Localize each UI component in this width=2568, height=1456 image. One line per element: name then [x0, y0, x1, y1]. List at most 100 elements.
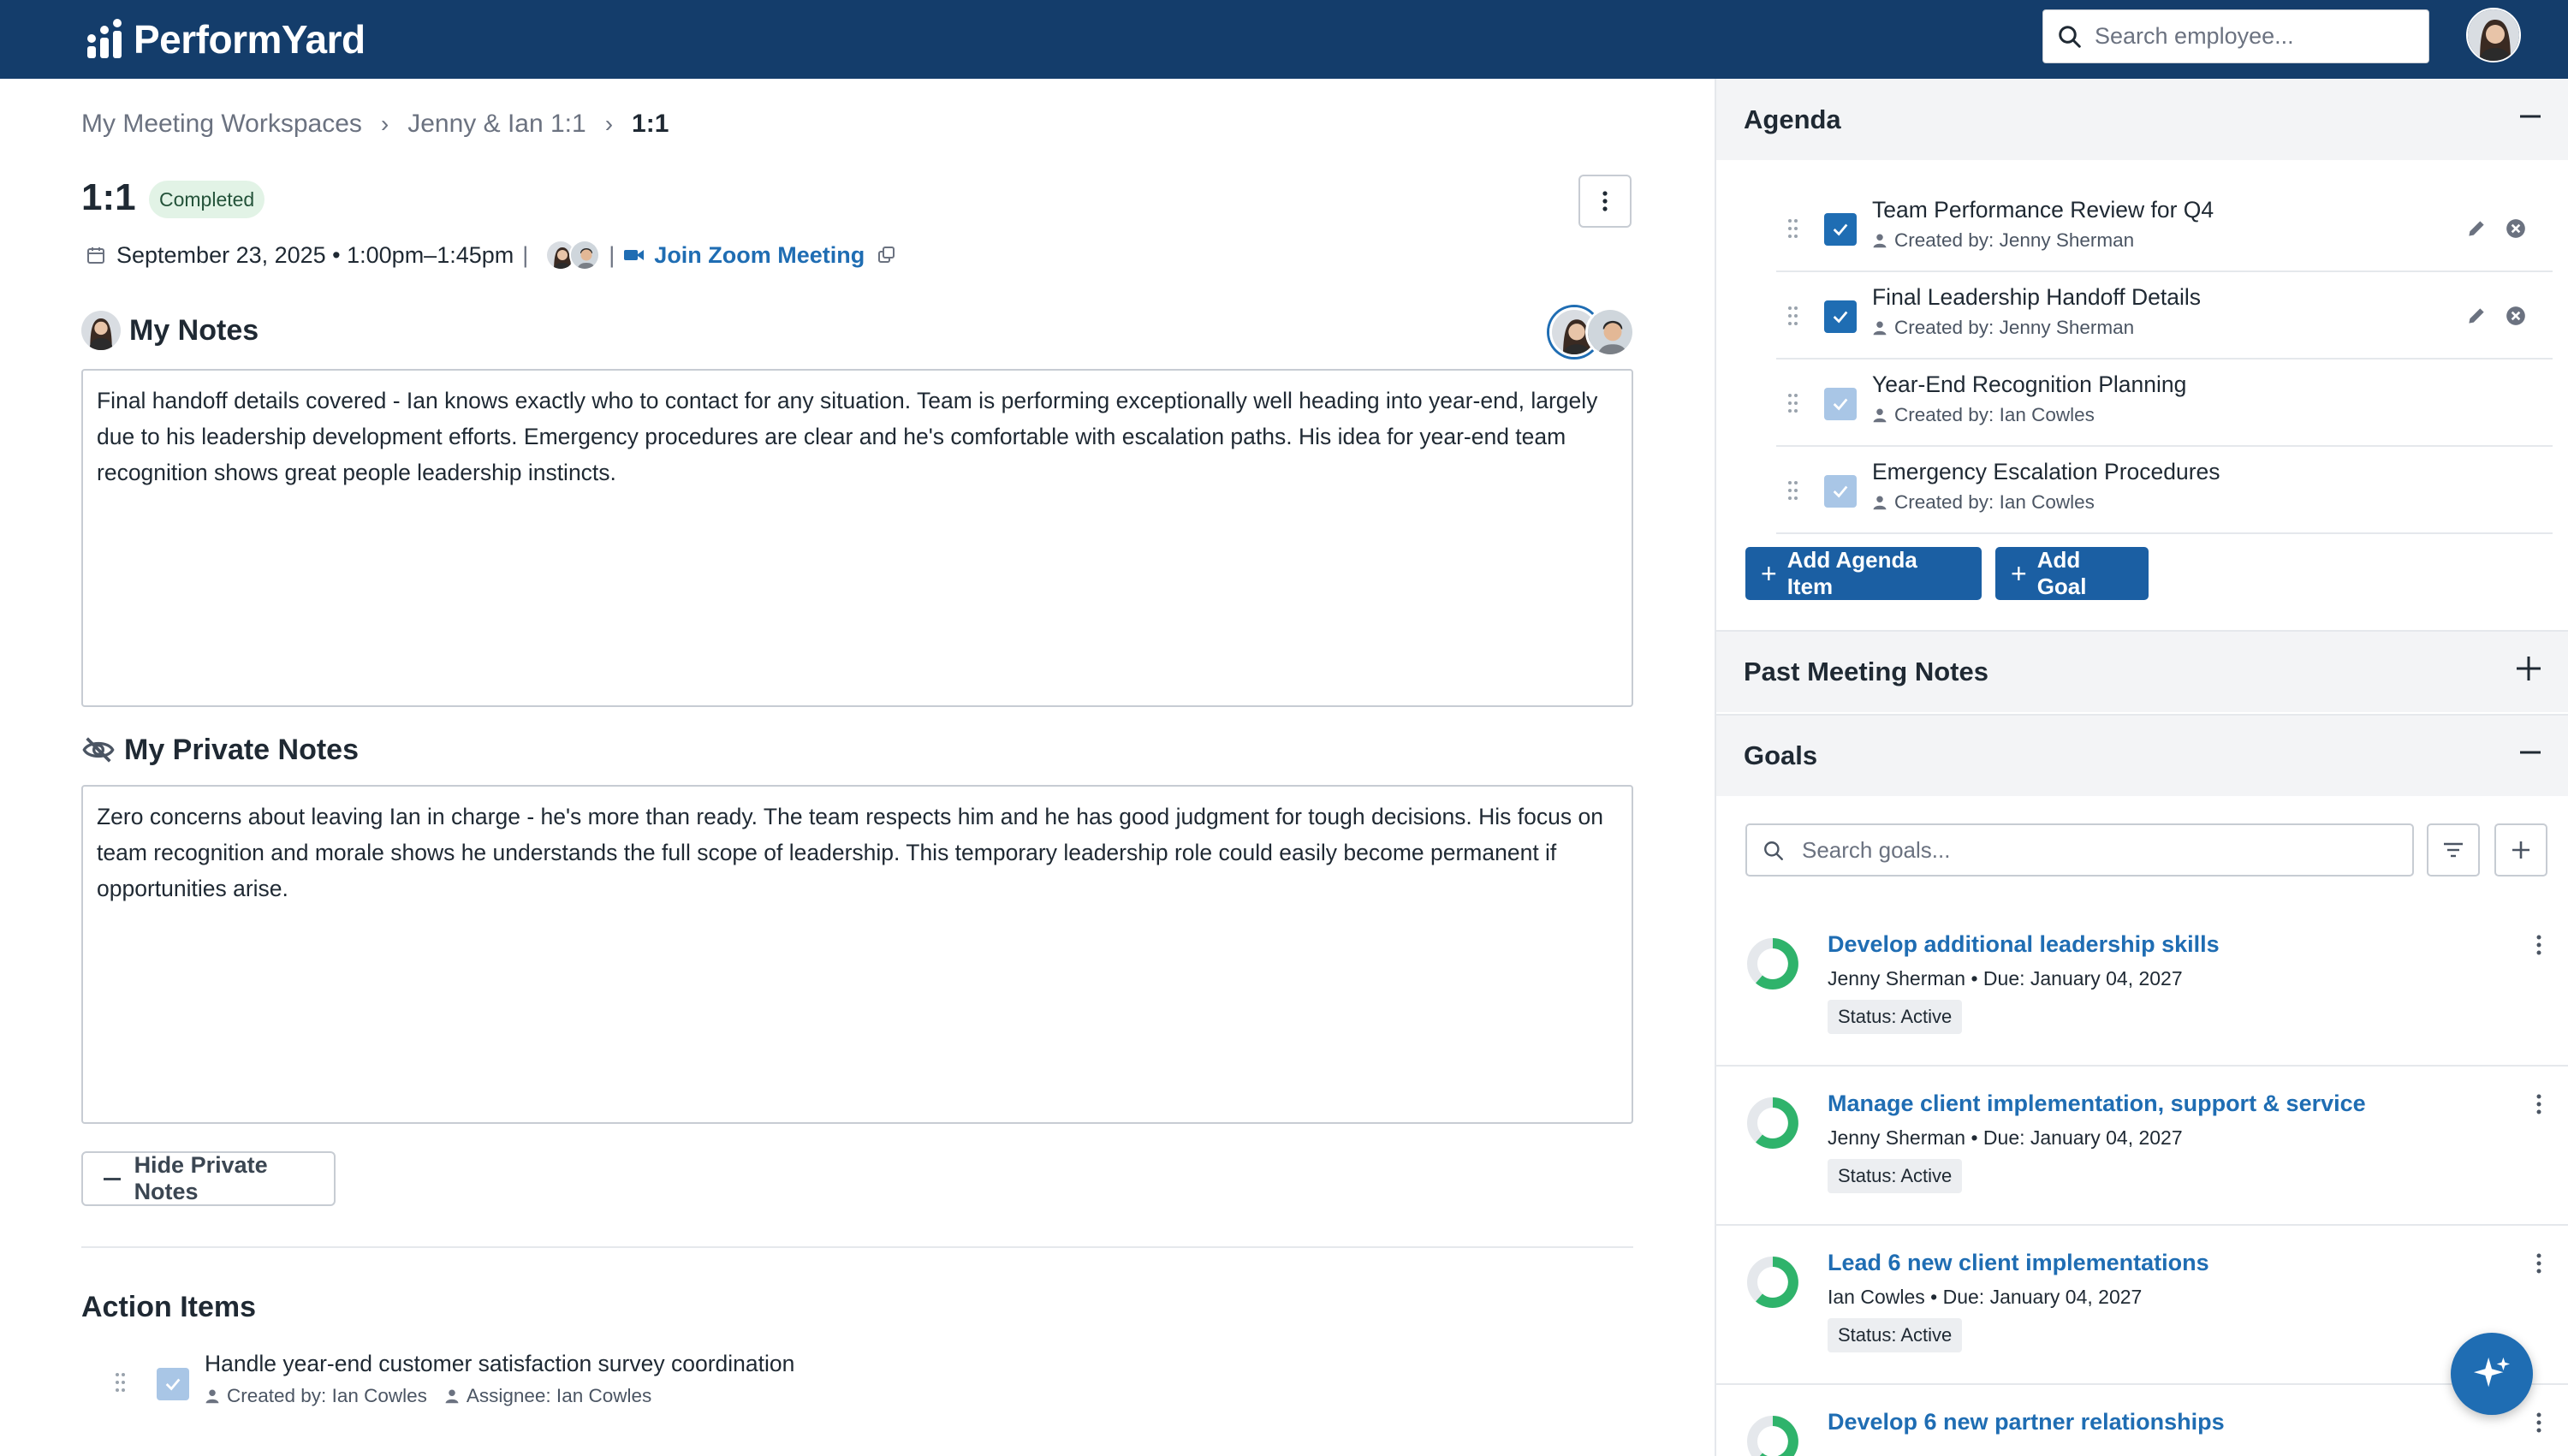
goal-item: Develop additional leadership skills Jen… — [1716, 907, 2568, 1067]
agenda-item-created-by: Created by: Ian Cowles — [1894, 491, 2095, 513]
agenda-item-title: Emergency Escalation Procedures — [1872, 459, 2220, 484]
video-camera-icon — [624, 250, 645, 260]
collapse-icon[interactable] — [2518, 740, 2542, 771]
chevron-right-icon: › — [380, 110, 389, 137]
person-icon — [445, 1389, 459, 1404]
goal-status-badge: Status: Active — [1828, 1000, 1963, 1034]
add-goal-icon-button[interactable] — [2494, 823, 2547, 877]
my-notes-editor[interactable]: Final handoff details covered - Ian know… — [81, 369, 1633, 707]
kebab-icon — [1602, 191, 1608, 211]
join-zoom-link[interactable]: Join Zoom Meeting — [623, 242, 897, 269]
past-notes-header[interactable]: Past Meeting Notes — [1716, 630, 2568, 712]
add-goal-button[interactable]: + Add Goal — [1995, 547, 2149, 600]
person-icon — [1873, 496, 1887, 510]
my-notes-avatar — [81, 311, 121, 350]
breadcrumb: My Meeting Workspaces › Jenny & Ian 1:1 … — [81, 110, 669, 139]
action-item-meta: Created by: Ian Cowles Assignee: Ian Cow… — [205, 1385, 651, 1407]
private-notes-title: My Private Notes — [124, 733, 359, 766]
user-avatar[interactable] — [2466, 8, 2521, 62]
check-icon — [165, 1378, 181, 1391]
goal-title[interactable]: Develop additional leadership skills — [1828, 931, 2220, 958]
agenda-item: Year-End Recognition Planning Created by… — [1776, 361, 2553, 447]
attendee-avatars — [545, 240, 601, 270]
drag-handle-icon[interactable] — [1788, 394, 1798, 414]
breadcrumb-workspace[interactable]: Jenny & Ian 1:1 — [407, 110, 586, 139]
meeting-date: September 23, 2025 • 1:00pm–1:45pm — [116, 241, 514, 268]
top-bar: PerformYard Search employee... — [0, 0, 2568, 79]
kebab-icon[interactable] — [2535, 1253, 2542, 1274]
add-goal-label: Add Goal — [2036, 547, 2087, 599]
collapse-icon[interactable] — [2518, 104, 2542, 135]
action-item-assignee: Assignee: Ian Cowles — [466, 1385, 652, 1406]
drag-handle-icon[interactable] — [1788, 219, 1798, 240]
filter-button[interactable] — [2427, 823, 2480, 877]
plus-icon — [2512, 841, 2529, 859]
kebab-icon[interactable] — [2535, 1412, 2542, 1433]
performyard-logo[interactable]: PerformYard — [86, 14, 366, 65]
logo-icon — [86, 19, 127, 60]
person-icon — [1873, 234, 1887, 248]
notes-avatar-ian[interactable] — [1585, 307, 1635, 357]
person-icon — [1873, 408, 1887, 423]
agenda-item-created-by: Created by: Jenny Sherman — [1894, 229, 2135, 251]
agenda-item-meta: Created by: Jenny Sherman — [1872, 317, 2134, 339]
check-icon — [1833, 223, 1848, 236]
hide-private-notes-button[interactable]: Hide Private Notes — [81, 1151, 336, 1206]
divider — [81, 1246, 1633, 1248]
meeting-meta: September 23, 2025 • 1:00pm–1:45pm | | J… — [86, 237, 897, 273]
my-notes-heading: My Notes — [81, 311, 259, 350]
kebab-icon[interactable] — [2535, 935, 2542, 955]
agenda-item-title: Year-End Recognition Planning — [1872, 371, 2187, 397]
agenda-title: Agenda — [1744, 104, 1841, 134]
agenda-header[interactable]: Agenda — [1716, 79, 2568, 160]
goal-title[interactable]: Develop 6 new partner relationships — [1828, 1409, 2225, 1435]
employee-search-input[interactable]: Search employee... — [2042, 9, 2429, 63]
expand-icon[interactable] — [2515, 655, 2542, 689]
employee-search-placeholder: Search employee... — [2095, 23, 2294, 49]
ai-assistant-button[interactable] — [2451, 1333, 2533, 1415]
kebab-icon[interactable] — [2535, 1094, 2542, 1114]
goal-meta: Ian Cowles • Due: January 04, 2027 — [1828, 1286, 2143, 1308]
agenda-item-meta: Created by: Jenny Sherman — [1872, 229, 2134, 252]
goal-meta: Jenny Sherman • Due: January 04, 2027 — [1828, 1126, 2183, 1149]
drag-handle-icon[interactable] — [1788, 481, 1798, 502]
breadcrumb-workspaces[interactable]: My Meeting Workspaces — [81, 110, 362, 139]
agenda-item-created-by: Created by: Jenny Sherman — [1894, 317, 2135, 338]
agenda-item-meta: Created by: Ian Cowles — [1872, 491, 2095, 514]
plus-icon: + — [1761, 557, 1777, 589]
chevron-right-icon: › — [604, 110, 614, 137]
add-agenda-item-button[interactable]: + Add Agenda Item — [1745, 547, 1982, 600]
agenda-item-created-by: Created by: Ian Cowles — [1894, 404, 2095, 425]
agenda-item-checkbox[interactable] — [1824, 300, 1857, 333]
hide-private-notes-label: Hide Private Notes — [134, 1152, 268, 1204]
breadcrumb-current: 1:1 — [632, 110, 669, 138]
filter-icon — [2444, 842, 2463, 858]
goal-search-input[interactable]: Search goals... — [1745, 823, 2414, 877]
goal-title[interactable]: Lead 6 new client implementations — [1828, 1250, 2209, 1276]
search-icon — [1764, 841, 1783, 860]
remove-icon[interactable] — [2505, 305, 2527, 327]
plus-icon: + — [2011, 557, 2027, 589]
action-item: Handle year-end customer satisfaction su… — [116, 1346, 1571, 1414]
more-options-button[interactable] — [1578, 175, 1632, 228]
sparkle-icon — [2473, 1357, 2511, 1388]
private-notes-editor[interactable]: Zero concerns about leaving Ian in charg… — [81, 785, 1633, 1124]
goals-title: Goals — [1744, 740, 1818, 770]
edit-icon[interactable] — [2465, 305, 2488, 327]
drag-handle-icon[interactable] — [1788, 306, 1798, 327]
remove-icon[interactable] — [2505, 217, 2527, 240]
edit-icon[interactable] — [2465, 217, 2488, 240]
person-icon — [205, 1389, 219, 1404]
goal-progress-ring — [1747, 1257, 1798, 1308]
action-item-checkbox[interactable] — [157, 1368, 189, 1400]
agenda-item: Team Performance Review for Q4 Created b… — [1776, 187, 2553, 272]
goal-title[interactable]: Manage client implementation, support & … — [1828, 1091, 2366, 1117]
goals-header[interactable]: Goals — [1716, 714, 2568, 796]
status-badge: Completed — [149, 181, 265, 218]
my-notes-title: My Notes — [129, 313, 259, 347]
check-icon — [1833, 311, 1848, 324]
goal-item: Lead 6 new client implementations Ian Co… — [1716, 1226, 2568, 1385]
agenda-item-checkbox[interactable] — [1824, 213, 1857, 246]
join-zoom-label: Join Zoom Meeting — [654, 241, 865, 268]
drag-handle-icon[interactable] — [116, 1373, 126, 1394]
